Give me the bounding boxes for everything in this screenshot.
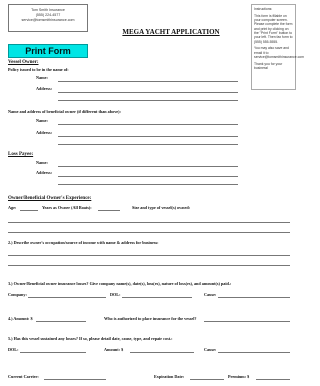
q4-amount-field[interactable]: [36, 321, 86, 322]
loss-payee-heading: Loss Payee:: [8, 152, 34, 157]
losses-dol-field[interactable]: [122, 297, 192, 298]
size-type-label: Size and type of vessel(s) owned:: [132, 205, 191, 210]
authorized-question: Who is authorized to place insurance for…: [104, 316, 197, 321]
owner-address-field[interactable]: [58, 92, 238, 93]
occupation-line-2[interactable]: [8, 265, 290, 266]
current-carrier-field[interactable]: [44, 379, 106, 380]
vessel-amount-field[interactable]: [130, 352, 194, 353]
beneficial-address-field[interactable]: [58, 136, 238, 137]
expiration-date-label: Expiration Date:: [154, 374, 185, 379]
experience-line-2[interactable]: [8, 232, 290, 233]
agency-email: service@tomsmithinsurance.com: [21, 18, 75, 22]
losses-dol-label: DOL:: [110, 292, 121, 297]
payee-address-field[interactable]: [58, 176, 238, 177]
beneficial-address-field-2[interactable]: [58, 144, 238, 145]
instructions-body: This form is fillable on your computer s…: [254, 13, 293, 44]
form-title: MEGA YACHT APPLICATION: [122, 28, 220, 36]
instructions-email: You may also save and email it to servic…: [254, 46, 304, 59]
losses-company-label: Company:: [8, 292, 27, 297]
vessel-dol-field[interactable]: [20, 352, 86, 353]
current-carrier-label: Current Carrier:: [8, 374, 39, 379]
owner-losses-question: 3.) Owner/Beneficial owner insurance los…: [8, 281, 232, 286]
instructions-thanks: Thank you for your business!: [254, 61, 283, 71]
print-form-button[interactable]: Print Form: [8, 44, 88, 58]
owner-name-label: Name:: [36, 75, 48, 80]
owner-address-field-2[interactable]: [58, 100, 238, 101]
vessel-cause-label: Cause:: [204, 347, 217, 352]
policy-issued-label: Policy issued to be in the name of:: [8, 67, 69, 72]
vessel-amount-label: Amount: $: [104, 347, 124, 352]
occupation-line-1[interactable]: [8, 255, 290, 256]
premium-field[interactable]: [256, 379, 290, 380]
losses-cause-label: Cause:: [204, 292, 217, 297]
authorized-field[interactable]: [204, 321, 290, 322]
vessel-losses-question: 5.) Has this vessel sustained any losses…: [8, 336, 173, 341]
losses-cause-field[interactable]: [218, 297, 290, 298]
premium-label: Premium: $: [228, 374, 250, 379]
instructions-heading: Instructions:: [254, 7, 273, 11]
beneficial-owner-label: Name and address of beneficial owner (if…: [8, 109, 121, 114]
instructions-box: Instructions: This form is fillable on y…: [251, 4, 304, 90]
beneficial-name-label: Name:: [36, 118, 48, 123]
agency-info-box: Tom Smith Insurance (555) 224-4577 servi…: [8, 4, 88, 32]
expiration-date-field[interactable]: [190, 379, 224, 380]
age-label: Age:: [8, 205, 17, 210]
years-owner-label: Years as Owner (All Boats):: [42, 205, 92, 210]
owner-address-label: Address:: [36, 86, 52, 91]
q4-amount-label: 4.) Amount: $: [8, 316, 33, 321]
losses-company-field[interactable]: [28, 297, 106, 298]
vessel-dol-label: DOL:: [8, 347, 19, 352]
vessel-cause-field[interactable]: [218, 352, 290, 353]
vessel-owner-heading: Vessel Owner:: [8, 60, 39, 65]
experience-heading: Owner/Beneficial Owner's Experience:: [8, 196, 92, 201]
beneficial-name-field[interactable]: [58, 124, 238, 125]
age-field[interactable]: [20, 210, 38, 211]
beneficial-address-label: Address:: [36, 130, 52, 135]
years-owner-field[interactable]: [98, 210, 120, 211]
experience-line-1[interactable]: [8, 222, 290, 223]
payee-name-field[interactable]: [58, 166, 238, 167]
payee-address-label: Address:: [36, 170, 52, 175]
owner-name-field[interactable]: [58, 81, 238, 82]
payee-address-field-2[interactable]: [58, 184, 238, 185]
payee-name-label: Name:: [36, 160, 48, 165]
occupation-question: 2.) Describe owner's occupation/source o…: [8, 240, 159, 245]
